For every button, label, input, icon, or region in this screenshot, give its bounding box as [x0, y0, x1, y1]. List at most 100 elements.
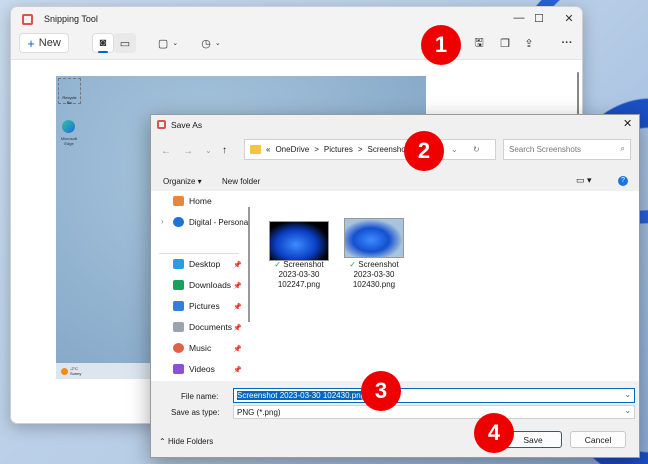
expand-chevron-icon[interactable]: › — [161, 217, 164, 226]
step-badge-2: 2 — [404, 131, 444, 171]
breadcrumb-separator: > — [314, 145, 319, 154]
forward-button[interactable]: → — [183, 146, 193, 157]
copy-button[interactable]: ❐ — [495, 33, 515, 53]
clock-icon: ◷ — [201, 37, 211, 50]
cancel-button[interactable]: Cancel — [570, 431, 626, 448]
nav-label: Downloads — [189, 280, 232, 290]
nav-label: Pictures — [189, 301, 220, 311]
pin-icon: 📌 — [233, 367, 242, 374]
more-button[interactable]: ··· — [556, 33, 578, 53]
nav-label: Desktop — [189, 259, 221, 269]
chevron-up-icon: ⌃ — [159, 437, 166, 446]
breadcrumb-onedrive[interactable]: OneDrive — [275, 145, 309, 154]
breadcrumb-separator: > — [357, 145, 363, 154]
documents-icon — [173, 322, 184, 332]
pin-icon: 📌 — [233, 304, 242, 311]
nav-label: Videos — [189, 364, 215, 374]
nav-divider — [159, 253, 239, 254]
save-type-value: PNG (*.png) — [237, 408, 281, 417]
desktop-icon — [173, 259, 184, 269]
chevron-down-icon: ⌄ — [172, 40, 179, 47]
minimize-button[interactable]: — — [509, 10, 529, 26]
close-button[interactable]: ✕ — [559, 10, 579, 26]
nav-item-home[interactable]: Home — [173, 196, 212, 206]
search-input[interactable]: Search Screenshots ⌕ — [503, 139, 631, 160]
recent-dropdown[interactable]: ⌄ — [205, 146, 212, 155]
videos-icon — [173, 364, 184, 374]
download-icon — [173, 280, 184, 290]
nav-item-onedrive[interactable]: Digital - Persona — [173, 217, 248, 227]
new-folder-button[interactable]: New folder — [222, 177, 260, 186]
file-name-value: Screenshot 2023-03-30 102430.png — [237, 391, 366, 400]
step-badge-1: 1 — [421, 25, 461, 65]
dialog-title: Save As — [171, 120, 203, 130]
save-type-label: Save as type: — [171, 408, 220, 417]
nav-label: Home — [189, 196, 212, 206]
up-button[interactable]: ↑ — [222, 145, 227, 156]
file-thumbnail — [344, 218, 404, 258]
save-icon: 🖫 — [474, 36, 484, 49]
recycle-bin-icon: Recycle Bin — [58, 78, 81, 105]
new-button[interactable]: + New — [19, 33, 69, 53]
nav-item-downloads[interactable]: Downloads — [173, 280, 231, 290]
nav-label: Documents — [189, 322, 232, 332]
nav-item-desktop[interactable]: Desktop — [173, 259, 220, 269]
back-button[interactable]: ← — [161, 146, 171, 157]
video-icon: ▭ — [119, 37, 131, 50]
breadcrumb-overflow[interactable]: « — [266, 145, 270, 154]
step-badge-3: 3 — [361, 371, 401, 411]
nav-item-videos[interactable]: Videos — [173, 364, 215, 374]
nav-item-music[interactable]: Music — [173, 343, 211, 353]
copy-icon: ❐ — [500, 37, 510, 50]
dialog-close-button[interactable]: ✕ — [623, 117, 632, 130]
nav-item-documents[interactable]: Documents — [173, 322, 232, 332]
pin-icon: 📌 — [233, 283, 242, 290]
maximize-button[interactable]: ☐ — [529, 10, 549, 26]
video-mode-button[interactable]: ▭ — [114, 33, 136, 53]
save-as-dialog: Save As ✕ ← → ⌄ ↑ « OneDrive > Pictures … — [150, 114, 640, 458]
refresh-icon[interactable]: ↻ — [473, 145, 480, 154]
nav-label: Digital - Persona — [189, 217, 249, 227]
nav-scrollbar[interactable] — [248, 207, 250, 322]
help-icon[interactable]: ? — [618, 176, 628, 186]
home-icon — [173, 196, 184, 206]
rectangle-icon: ▢ — [157, 37, 169, 50]
edge-label: Microsoft Edge — [60, 136, 78, 146]
organize-button[interactable]: Organize ▾ — [163, 177, 202, 186]
delay-dropdown[interactable]: ◷ ⌄ — [194, 33, 228, 53]
search-icon: ⌕ — [620, 144, 625, 153]
file-name-input[interactable]: Screenshot 2023-03-30 102430.png ⌄ — [233, 388, 635, 403]
weather-icon — [61, 368, 68, 375]
chevron-down-icon[interactable]: ⌄ — [624, 390, 631, 399]
sync-check-icon: ✓ — [274, 260, 281, 269]
pictures-icon — [173, 301, 184, 311]
file-name: ✓ Screenshot 2023-03-30 102430.png — [349, 260, 399, 289]
mode-indicator — [98, 51, 108, 53]
step-badge-4: 4 — [474, 413, 514, 453]
share-button[interactable]: ⇪ — [519, 33, 539, 53]
pin-icon: 📌 — [233, 346, 242, 353]
plus-icon: + — [27, 35, 35, 51]
save-icon-button[interactable]: 🖫 — [469, 33, 489, 53]
snip-shape-dropdown[interactable]: ▢ ⌄ — [151, 33, 185, 53]
save-type-select[interactable]: PNG (*.png) ⌄ — [233, 405, 635, 419]
camera-icon: ◙ — [99, 37, 107, 49]
file-name-label: File name: — [181, 392, 219, 401]
window-title: Snipping Tool — [44, 14, 98, 24]
chevron-down-icon: ⌄ — [624, 406, 631, 415]
cloud-icon — [173, 217, 184, 227]
pin-icon: 📌 — [233, 325, 242, 332]
file-thumbnail — [269, 221, 329, 261]
weather-text: -2°C Sunny — [70, 366, 82, 376]
address-dropdown-icon[interactable]: ⌄ — [451, 145, 458, 154]
folder-icon — [250, 145, 261, 154]
pin-icon: 📌 — [233, 262, 242, 269]
nav-item-pictures[interactable]: Pictures — [173, 301, 220, 311]
address-bar[interactable]: « OneDrive > Pictures > Screenshots ⌄ ↻ — [244, 139, 496, 160]
breadcrumb-pictures[interactable]: Pictures — [324, 145, 353, 154]
music-icon — [173, 343, 184, 353]
view-options-button[interactable]: ▭ ▾ — [576, 175, 592, 186]
screenshot-mode-button[interactable]: ◙ — [92, 33, 114, 53]
hide-folders-button[interactable]: ⌃ Hide Folders — [159, 437, 213, 446]
new-label: New — [38, 37, 61, 49]
